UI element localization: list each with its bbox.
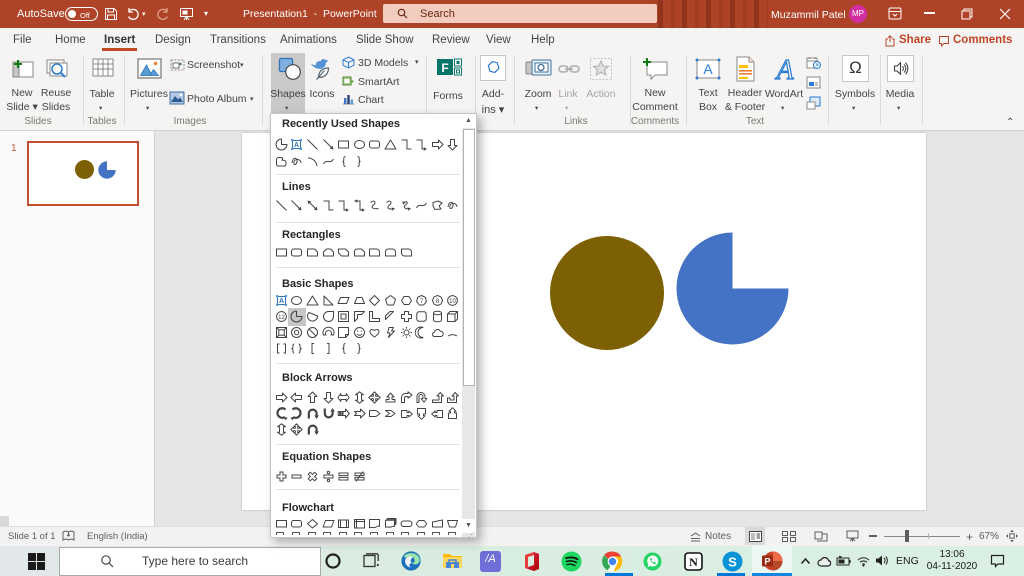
svg-text:A: A bbox=[703, 61, 713, 77]
svg-text:S: S bbox=[728, 555, 737, 570]
svg-text:12: 12 bbox=[278, 315, 285, 321]
svg-text:N: N bbox=[689, 555, 698, 569]
svg-text:7: 7 bbox=[420, 299, 424, 305]
svg-text:P: P bbox=[764, 557, 770, 567]
svg-text:A: A bbox=[774, 55, 794, 83]
svg-text:A: A bbox=[279, 298, 284, 305]
svg-text:8: 8 bbox=[436, 299, 440, 305]
svg-text:F: F bbox=[441, 61, 448, 75]
svg-text:A: A bbox=[294, 142, 299, 149]
svg-text:10: 10 bbox=[450, 299, 457, 305]
